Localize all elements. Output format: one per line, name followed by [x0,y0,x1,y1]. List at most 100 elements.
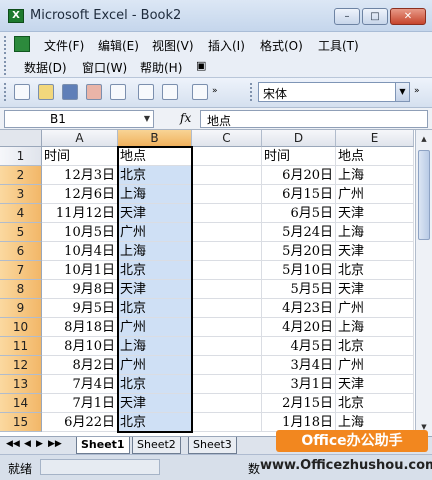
print-icon[interactable] [138,84,154,100]
row-header[interactable]: 7 [0,261,42,280]
camera-icon[interactable]: ▣ [196,59,206,72]
select-all-corner[interactable] [0,130,42,147]
toolbar-overflow-icon[interactable]: » [414,86,420,96]
menu-view[interactable]: 视图(V) [152,37,194,54]
new-file-icon[interactable] [14,84,30,100]
cell-b10[interactable]: 广州 [118,318,192,337]
cell-e5[interactable]: 上海 [336,223,414,242]
menu-window[interactable]: 窗口(W) [82,59,127,76]
cell-b2[interactable]: 北京 [118,166,192,185]
toolbar-overflow-icon[interactable]: » [212,86,218,96]
menu-data[interactable]: 数据(D) [24,59,67,76]
column-header-a[interactable]: A [42,130,118,147]
vertical-scrollbar[interactable]: ▲ ▼ [415,130,432,436]
row-header[interactable]: 10 [0,318,42,337]
menu-help[interactable]: 帮助(H) [140,59,182,76]
cell-d4[interactable]: 6月5日 [262,204,336,223]
row-header[interactable]: 1 [0,147,42,166]
cell-a9[interactable]: 9月5日 [42,299,118,318]
cell-a1[interactable]: 时间 [42,147,118,166]
cell-d10[interactable]: 4月20日 [262,318,336,337]
row-header[interactable]: 4 [0,204,42,223]
cell-c5[interactable] [192,223,262,242]
cell-a12[interactable]: 8月2日 [42,356,118,375]
cell-e13[interactable]: 天津 [336,375,414,394]
cell-a3[interactable]: 12月6日 [42,185,118,204]
cell-c3[interactable] [192,185,262,204]
cell-d2[interactable]: 6月20日 [262,166,336,185]
open-folder-icon[interactable] [38,84,54,100]
email-icon[interactable] [110,84,126,100]
cell-b7[interactable]: 北京 [118,261,192,280]
cell-d9[interactable]: 4月23日 [262,299,336,318]
cell-b15[interactable]: 北京 [118,413,192,432]
cell-b8[interactable]: 天津 [118,280,192,299]
column-header-b[interactable]: B [118,130,192,147]
cell-c15[interactable] [192,413,262,432]
cell-c8[interactable] [192,280,262,299]
next-sheet-icon[interactable]: ▶ [36,439,43,449]
menu-format[interactable]: 格式(O) [260,37,303,54]
cell-b14[interactable]: 天津 [118,394,192,413]
cell-d1[interactable]: 时间 [262,147,336,166]
cell-e6[interactable]: 天津 [336,242,414,261]
row-header[interactable]: 15 [0,413,42,432]
font-name-select[interactable]: 宋体 ▼ [258,82,410,102]
chevron-down-icon[interactable]: ▼ [395,83,409,101]
cell-c6[interactable] [192,242,262,261]
row-header[interactable]: 11 [0,337,42,356]
cell-a10[interactable]: 8月18日 [42,318,118,337]
cell-c14[interactable] [192,394,262,413]
cell-c2[interactable] [192,166,262,185]
close-button[interactable]: ✕ [390,8,426,25]
cell-a15[interactable]: 6月22日 [42,413,118,432]
cell-c4[interactable] [192,204,262,223]
cell-d14[interactable]: 2月15日 [262,394,336,413]
cell-b12[interactable]: 广州 [118,356,192,375]
cell-a4[interactable]: 11月12日 [42,204,118,223]
cell-d12[interactable]: 3月4日 [262,356,336,375]
cell-c7[interactable] [192,261,262,280]
cell-e10[interactable]: 上海 [336,318,414,337]
row-header[interactable]: 14 [0,394,42,413]
cell-b9[interactable]: 北京 [118,299,192,318]
cell-d11[interactable]: 4月5日 [262,337,336,356]
column-header-e[interactable]: E [336,130,414,147]
chevron-down-icon[interactable]: ▼ [141,111,153,127]
name-box[interactable]: B1 ▼ [4,110,154,128]
cell-d3[interactable]: 6月15日 [262,185,336,204]
cell-e1[interactable]: 地点 [336,147,414,166]
cell-b1[interactable]: 地点 [118,147,192,166]
column-header-d[interactable]: D [262,130,336,147]
cell-c1[interactable] [192,147,262,166]
row-header[interactable]: 2 [0,166,42,185]
cell-e3[interactable]: 广州 [336,185,414,204]
cell-e11[interactable]: 北京 [336,337,414,356]
permission-icon[interactable] [86,84,102,100]
menu-file[interactable]: 文件(F) [44,37,84,54]
row-header[interactable]: 12 [0,356,42,375]
cell-c10[interactable] [192,318,262,337]
formula-input[interactable]: 地点 [200,110,428,128]
cell-e2[interactable]: 上海 [336,166,414,185]
save-icon[interactable] [62,84,78,100]
cell-e4[interactable]: 天津 [336,204,414,223]
prev-sheet-icon[interactable]: ◀ [24,439,31,449]
cell-a13[interactable]: 7月4日 [42,375,118,394]
cell-e9[interactable]: 广州 [336,299,414,318]
cell-b4[interactable]: 天津 [118,204,192,223]
cell-e14[interactable]: 北京 [336,394,414,413]
cell-a8[interactable]: 9月8日 [42,280,118,299]
scroll-up-icon[interactable]: ▲ [418,132,430,146]
cell-e7[interactable]: 北京 [336,261,414,280]
worksheet-grid[interactable]: A B C D E 1 时间 地点 时间 地点 2 12月3日 北京 6月20日 上海 3 12月6日 上海 6月1… [0,130,432,436]
row-header[interactable]: 5 [0,223,42,242]
spelling-icon[interactable] [192,84,208,100]
print-preview-icon[interactable] [162,84,178,100]
cell-b5[interactable]: 广州 [118,223,192,242]
row-header[interactable]: 13 [0,375,42,394]
cell-c12[interactable] [192,356,262,375]
row-header[interactable]: 3 [0,185,42,204]
cell-b13[interactable]: 北京 [118,375,192,394]
last-sheet-icon[interactable]: ▶▶ [48,439,62,449]
